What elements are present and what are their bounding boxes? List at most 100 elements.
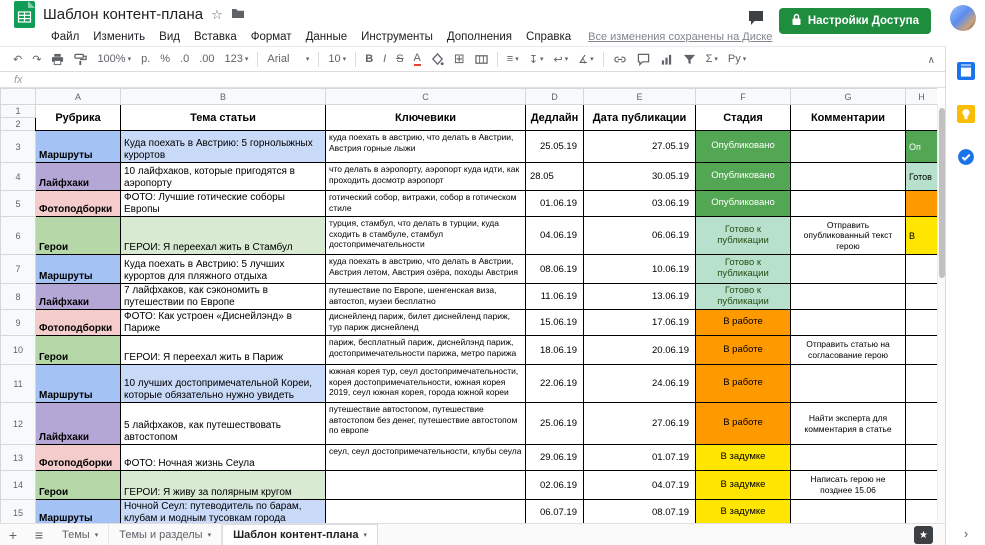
sheets-logo-icon[interactable] xyxy=(14,1,35,28)
cell-extra[interactable] xyxy=(906,284,938,310)
column-header[interactable]: H xyxy=(906,89,938,105)
cell-keywords[interactable] xyxy=(326,500,526,524)
header-cell[interactable]: Комментарии xyxy=(791,105,906,131)
text-color-button[interactable]: A xyxy=(409,48,426,70)
header-cell[interactable]: Дата публикации xyxy=(584,105,696,131)
insert-link-button[interactable] xyxy=(608,48,632,70)
input-tools-button[interactable]: Ру▾ xyxy=(723,48,751,70)
cell-extra[interactable]: Готов xyxy=(906,163,938,191)
cell-rubric[interactable]: Лайфхаки xyxy=(36,284,121,310)
cell-comment[interactable] xyxy=(791,255,906,284)
filter-button[interactable] xyxy=(678,48,701,70)
folder-icon[interactable] xyxy=(231,7,245,21)
cell-comment[interactable] xyxy=(791,284,906,310)
number-format-button[interactable]: 123▾ xyxy=(220,48,254,70)
cell-stage[interactable]: Готово к публикации xyxy=(696,217,791,255)
cell-topic[interactable]: ФОТО: Лучшие готические соборы Европы xyxy=(121,191,326,217)
cell-stage[interactable]: Готово к публикации xyxy=(696,255,791,284)
cell-rubric[interactable]: Маршруты xyxy=(36,500,121,524)
cell-extra[interactable]: В xyxy=(906,217,938,255)
cell-rubric[interactable]: Маршруты xyxy=(36,365,121,403)
row-header[interactable]: 7 xyxy=(1,255,36,284)
percent-format-button[interactable]: % xyxy=(155,48,175,70)
cell-topic[interactable]: 10 лучших достопримечательной Кореи, кот… xyxy=(121,365,326,403)
sheet-tab[interactable]: Темы и разделы▾ xyxy=(109,524,222,545)
cell-topic[interactable]: Куда поехать в Австрию: 5 лучших курорто… xyxy=(121,255,326,284)
cell-stage[interactable]: Опубликовано xyxy=(696,163,791,191)
menu-item[interactable]: Вид xyxy=(152,31,187,43)
cell-topic[interactable]: 7 лайфхаков, как сэкономить в путешестви… xyxy=(121,284,326,310)
cell-extra[interactable] xyxy=(906,500,938,524)
cell-topic[interactable]: ФОТО: Как устроен «Диснейлэнд» в Париже xyxy=(121,310,326,336)
cell-topic[interactable]: ГЕРОИ: Я переехал жить в Стамбул xyxy=(121,217,326,255)
header-cell[interactable]: Дедлайн xyxy=(526,105,584,131)
column-header[interactable]: E xyxy=(584,89,696,105)
column-header[interactable]: B xyxy=(121,89,326,105)
cell-deadline[interactable]: 25.06.19 xyxy=(526,403,584,445)
all-sheets-button[interactable]: ≡ xyxy=(26,524,52,545)
row-header[interactable]: 11 xyxy=(1,365,36,403)
cell-topic[interactable]: 10 лайфхаков, которые пригодятся в аэроп… xyxy=(121,163,326,191)
formula-bar[interactable]: fx xyxy=(0,72,985,88)
calendar-icon[interactable] xyxy=(957,62,975,85)
print-button[interactable] xyxy=(46,48,69,70)
menu-item[interactable]: Вставка xyxy=(187,31,244,43)
row-header[interactable]: 10 xyxy=(1,336,36,365)
text-wrap-button[interactable]: ↩▾ xyxy=(548,48,573,70)
cell-topic[interactable]: Куда поехать в Австрию: 5 горнолыжных ку… xyxy=(121,131,326,163)
cell-deadline[interactable]: 29.06.19 xyxy=(526,445,584,471)
menu-item[interactable]: Данные xyxy=(299,31,355,43)
zoom-select[interactable]: 100%▾ xyxy=(92,48,136,70)
cell-keywords[interactable]: диснейленд париж, билет диснейленд париж… xyxy=(326,310,526,336)
redo-button[interactable]: ↷ xyxy=(27,48,46,70)
row-header[interactable]: 2 xyxy=(1,118,36,131)
cell-keywords[interactable]: южная корея тур, сеул достопримечательно… xyxy=(326,365,526,403)
cell-keywords[interactable]: куда поехать в австрию, что делать в Авс… xyxy=(326,131,526,163)
cell-deadline[interactable]: 04.06.19 xyxy=(526,217,584,255)
cell-deadline[interactable]: 11.06.19 xyxy=(526,284,584,310)
italic-button[interactable]: I xyxy=(378,48,391,70)
cell-pubdate[interactable]: 03.06.19 xyxy=(584,191,696,217)
insert-chart-button[interactable] xyxy=(655,48,678,70)
corner-cell[interactable] xyxy=(1,89,36,105)
cell-extra[interactable] xyxy=(906,471,938,500)
borders-button[interactable]: ⊞ xyxy=(449,48,470,70)
cell-rubric[interactable]: Герои xyxy=(36,336,121,365)
star-icon[interactable]: ☆ xyxy=(211,8,223,21)
menu-item[interactable]: Файл xyxy=(44,31,86,43)
cell-pubdate[interactable]: 13.06.19 xyxy=(584,284,696,310)
paint-format-button[interactable] xyxy=(69,48,92,70)
cell-rubric[interactable]: Герои xyxy=(36,217,121,255)
cell-keywords[interactable]: куда поехать в австрию, что делать в Авс… xyxy=(326,255,526,284)
cell-pubdate[interactable]: 08.07.19 xyxy=(584,500,696,524)
keep-icon[interactable] xyxy=(957,105,975,128)
cell-keywords[interactable]: турция, стамбул, что делать в турции, ку… xyxy=(326,217,526,255)
cell-pubdate[interactable]: 10.06.19 xyxy=(584,255,696,284)
cell-comment[interactable] xyxy=(791,310,906,336)
cell-deadline[interactable]: 22.06.19 xyxy=(526,365,584,403)
cell-stage[interactable]: Опубликовано xyxy=(696,131,791,163)
insert-comment-button[interactable] xyxy=(632,48,655,70)
cell-comment[interactable]: Отправить статью на согласование герою xyxy=(791,336,906,365)
currency-format-button[interactable]: р. xyxy=(136,48,155,70)
cell-keywords[interactable]: путешествие автостопом, путешествие авто… xyxy=(326,403,526,445)
tasks-icon[interactable] xyxy=(957,148,975,171)
cell-deadline[interactable]: 25.05.19 xyxy=(526,131,584,163)
cell-topic[interactable]: 5 лайфхаков, как путешествовать автостоп… xyxy=(121,403,326,445)
cell-stage[interactable]: В работе xyxy=(696,310,791,336)
save-status-link[interactable]: Все изменения сохранены на Диске xyxy=(588,31,772,43)
vertical-align-button[interactable]: ↧▾ xyxy=(524,48,549,70)
cell-comment[interactable] xyxy=(791,445,906,471)
row-header[interactable]: 1 xyxy=(1,105,36,118)
cell-pubdate[interactable]: 27.05.19 xyxy=(584,131,696,163)
cell-extra[interactable] xyxy=(906,310,938,336)
cell-comment[interactable] xyxy=(791,500,906,524)
cell-comment[interactable]: Написать герою не позднее 15.06 xyxy=(791,471,906,500)
cell-comment[interactable] xyxy=(791,131,906,163)
undo-button[interactable]: ↶ xyxy=(8,48,27,70)
cell-stage[interactable]: В задумке xyxy=(696,445,791,471)
row-header[interactable]: 6 xyxy=(1,217,36,255)
cell-pubdate[interactable]: 04.07.19 xyxy=(584,471,696,500)
share-button[interactable]: Настройки Доступа xyxy=(779,8,931,34)
menu-item[interactable]: Дополнения xyxy=(440,31,519,43)
